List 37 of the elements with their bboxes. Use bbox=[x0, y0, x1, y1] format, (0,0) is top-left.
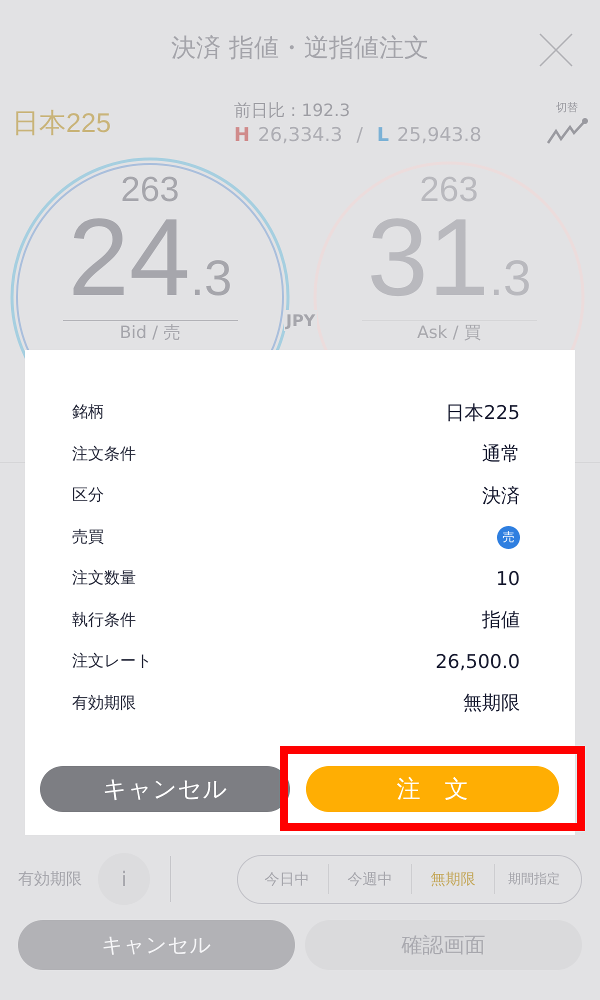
field-value: 10 bbox=[496, 568, 520, 590]
price-decimal: .3 bbox=[190, 249, 232, 307]
field-value: 決済 bbox=[482, 484, 520, 509]
line-chart-icon[interactable] bbox=[546, 117, 588, 145]
expiry-label: 有効期限 bbox=[18, 868, 82, 890]
price-label: Ask / 買 bbox=[417, 322, 481, 344]
sell-badge: 売 bbox=[497, 526, 520, 549]
separator: / bbox=[356, 124, 363, 146]
field-value: 26,500.0 bbox=[435, 650, 520, 673]
field-label: 注文条件 bbox=[72, 444, 136, 465]
change-text: 前日比 : 192.3 bbox=[234, 100, 352, 122]
field-label: 注文数量 bbox=[72, 568, 136, 590]
expiry-option[interactable]: 期間指定 bbox=[495, 870, 573, 888]
expiry-option[interactable]: 無期限 bbox=[412, 870, 494, 888]
screen-title: 決済 指値・逆指値注文 bbox=[171, 32, 429, 64]
field-label: 区分 bbox=[72, 485, 104, 506]
close-icon[interactable] bbox=[538, 32, 574, 68]
high-mark: H bbox=[234, 124, 250, 146]
field-value: 指値 bbox=[482, 608, 520, 634]
cancel-button[interactable]: キャンセル bbox=[18, 920, 295, 970]
field-value: 日本225 bbox=[446, 400, 520, 426]
field-label: 有効期限 bbox=[72, 692, 136, 714]
field-label: 執行条件 bbox=[72, 610, 136, 631]
field-value: 通常 bbox=[482, 442, 520, 468]
low-mark: L bbox=[376, 124, 390, 146]
field-label: 銘柄 bbox=[72, 402, 104, 424]
price-label: Bid / 売 bbox=[120, 322, 180, 344]
field-value: 無期限 bbox=[463, 691, 520, 716]
symbol-name: 日本225 bbox=[12, 106, 112, 140]
field-label: 売買 bbox=[72, 526, 104, 548]
order-button[interactable]: 注 文 bbox=[306, 766, 559, 812]
cancel-button[interactable]: キャンセル bbox=[40, 766, 290, 812]
expiry-option[interactable]: 今週中 bbox=[329, 870, 411, 888]
field-label: 注文レート bbox=[72, 651, 152, 672]
expiry-option[interactable]: 今日中 bbox=[246, 870, 328, 888]
switch-label[interactable]: 切替 bbox=[556, 100, 578, 115]
currency-label: JPY bbox=[284, 310, 318, 331]
